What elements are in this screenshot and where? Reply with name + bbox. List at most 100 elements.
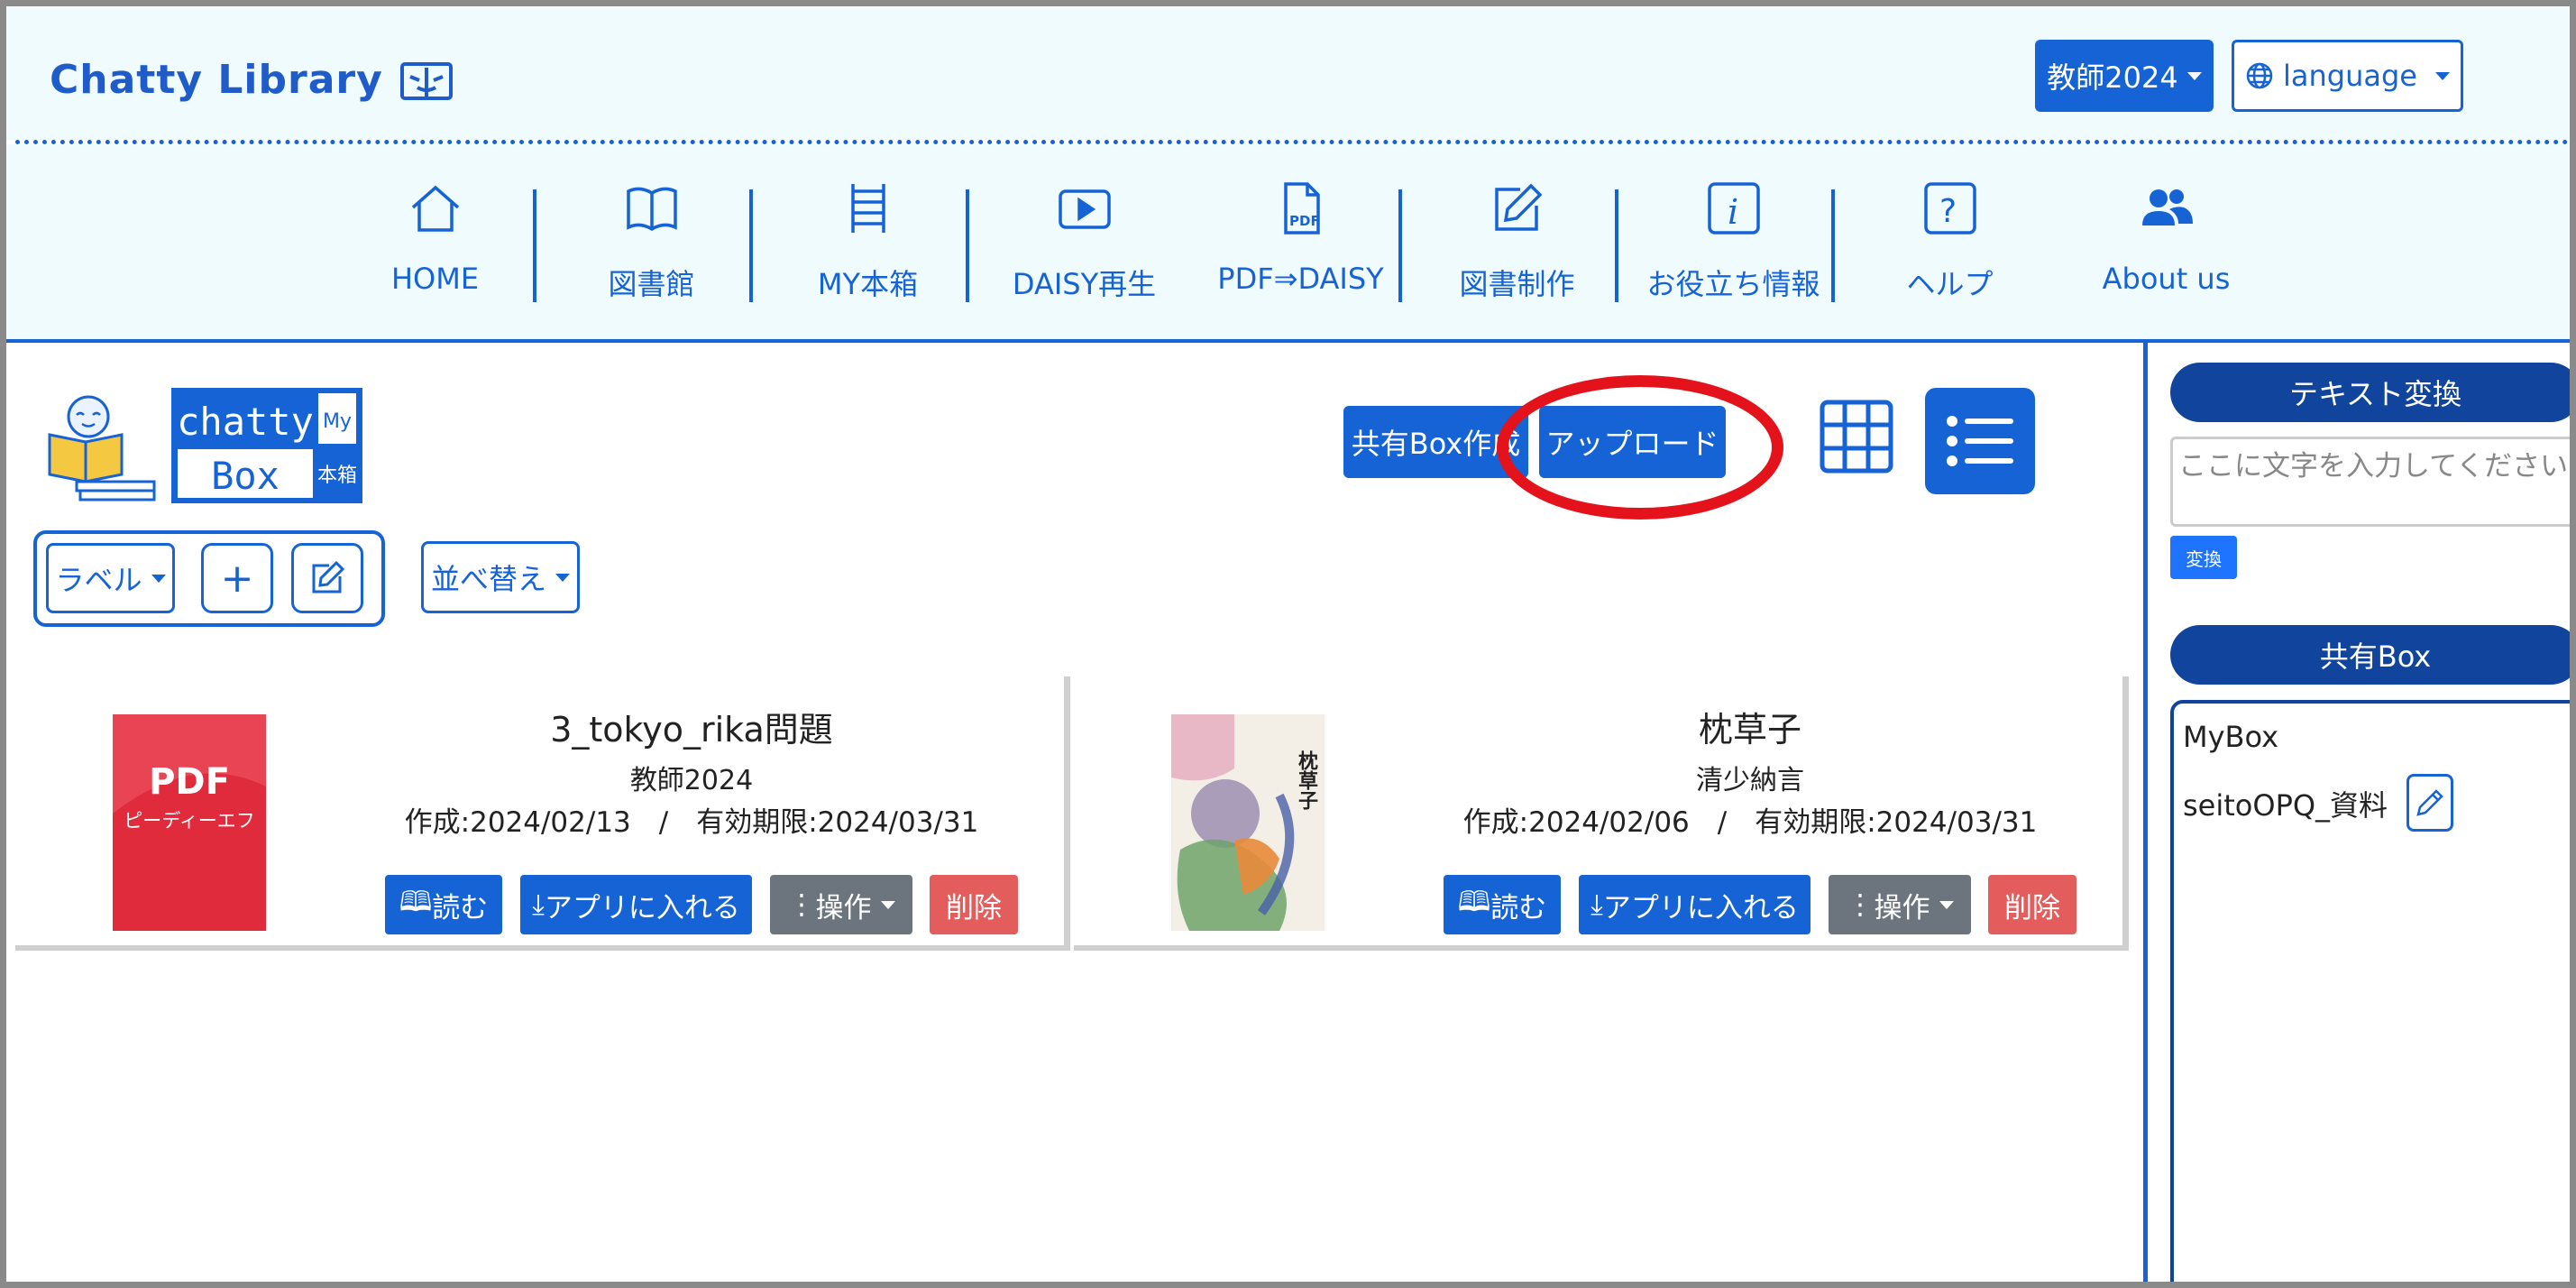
chevron-down-icon [2186,71,2202,80]
label-dropdown[interactable]: ラベル [46,543,175,613]
chevron-down-icon [2434,71,2450,80]
operations-label: 操作 [815,891,872,925]
nav-label: MY本箱 [817,267,919,301]
add-to-app-label: アプリに入れる [1602,891,1799,925]
read-button[interactable]: 🕮 読む [1444,875,1561,934]
book-author: 清少納言 [1696,765,1804,796]
logo-side-bottom: 本箱 [317,465,357,487]
sort-dropdown-text: 並べ替え [430,562,546,596]
highlight-circle [1497,375,1783,520]
nav-label: HOME [390,262,480,296]
nav-about-us[interactable]: About us [2058,180,2274,316]
download-icon: ⤓ [1591,888,1603,921]
book-dates: 作成:2024/02/06 / 有効期限:2024/03/31 [1462,806,2038,839]
nav-daisy-player[interactable]: DAISY再生 [976,180,1192,316]
book-cover-thumbnail[interactable]: 枕草子 [1171,714,1325,931]
svg-text:PDF: PDF [1289,213,1320,229]
thumbnail-sublabel: ピーディーエフ [124,810,255,832]
book-card: 枕草子 枕草子 清少納言 作成:2024/02/06 / 有効期限:2024/0… [1074,676,2129,951]
nav-divider [1615,189,1618,302]
nav-my-bookshelf[interactable]: MY本箱 [760,180,976,316]
add-to-app-button[interactable]: ⤓ アプリに入れる [520,875,752,934]
label-dropdown-text: ラベル [55,563,142,597]
main-content: chatty Box My 本箱 共有Box作成 アップロード ラベル + 並べ… [6,343,2143,1282]
shared-box-list: MyBox seitoOPQ_資料 [2170,700,2570,1282]
edit-icon [1494,183,1542,231]
text-convert-input[interactable]: ここに文字を入力してください [2170,437,2570,527]
people-icon [2141,189,2193,225]
logo-side-top: My [323,410,352,433]
book-author: 教師2024 [629,765,754,796]
language-label: language [2283,59,2417,93]
nav-label: PDF⇒DAISY [1217,262,1384,296]
bookshelf-icon [850,184,885,233]
brand-title: Chatty Library [50,57,383,103]
delete-button[interactable]: 削除 [930,875,1018,934]
book-icon: 🕮 [1457,885,1491,918]
nav-book-production[interactable]: 図書制作 [1409,180,1625,316]
nav-divider [533,189,536,302]
user-menu-label: 教師2024 [2047,60,2178,95]
nav-label: お役立ち情報 [1646,267,1820,301]
shared-box-item[interactable]: MyBox [2183,720,2278,754]
chevron-down-icon [151,574,166,583]
download-icon: ⤓ [532,888,545,921]
pdf-file-icon: PDF [1283,182,1320,235]
more-vertical-icon: ⋮ [1846,888,1875,921]
pencil-icon [2416,789,2443,816]
list-icon [1947,416,2013,466]
more-vertical-icon: ⋮ [787,888,816,921]
svg-text:i: i [1728,192,1738,232]
logo-text-top: chatty [177,400,314,444]
nav-label: ヘルプ [1906,267,1994,301]
shared-box-item[interactable]: seitoOPQ_資料 [2183,783,2388,824]
book-title[interactable]: 枕草子 [1416,702,2084,751]
grid-view-icon[interactable] [1819,399,1894,474]
book-title[interactable]: 3_tokyo_rika問題 [358,702,1025,751]
add-to-app-button[interactable]: ⤓ アプリに入れる [1579,875,1811,934]
language-button[interactable]: language [2232,40,2463,112]
pdf-thumbnail[interactable]: PDF ピーディーエフ [113,714,266,931]
nav-label: DAISY再生 [1012,267,1157,301]
logo-text-bottom: Box [211,454,280,498]
list-view-button[interactable] [1925,388,2035,494]
nav-library[interactable]: 図書館 [544,180,759,316]
user-menu-button[interactable]: 教師2024 [2035,40,2214,112]
svg-text:?: ? [1939,193,1957,230]
delete-button[interactable]: 削除 [1988,875,2076,934]
sidebar: テキスト変換 ここに文字を入力してください 変換 共有Box MyBox sei… [2148,343,2570,1282]
brand-logo[interactable]: Chatty Library [50,57,454,103]
read-button[interactable]: 🕮 読む [385,875,502,934]
help-icon: ? [1923,182,1976,235]
sort-dropdown[interactable]: 並べ替え [421,541,580,613]
nav-useful-info[interactable]: i お役立ち情報 [1626,180,1841,316]
my-box-logo: chatty Box My 本箱 [48,388,362,503]
nav-label: 図書館 [608,267,695,301]
convert-button[interactable]: 変換 [2170,536,2237,579]
operations-dropdown[interactable]: ⋮ 操作 [770,875,912,934]
nav-divider [966,189,969,302]
nav-divider [1831,189,1835,302]
edit-icon [312,560,345,593]
shared-box-header: 共有Box [2170,625,2570,685]
home-icon [411,185,459,232]
nav-label: 図書制作 [1459,267,1575,301]
nav-home[interactable]: HOME [327,180,543,316]
chevron-down-icon [555,573,570,582]
read-label: 読む [432,891,489,925]
book-icon: 🕮 [399,885,433,918]
top-bar: Chatty Library 教師2024 language [6,6,2570,140]
nav-pdf-to-daisy[interactable]: PDF PDF⇒DAISY [1193,180,1408,316]
chevron-down-icon [880,900,895,909]
edit-shared-box-button[interactable] [2406,774,2453,832]
text-convert-header: テキスト変換 [2170,363,2570,422]
add-label-button[interactable]: + [201,543,273,613]
label-controls: ラベル + [33,530,385,627]
edit-label-button[interactable] [291,543,363,613]
operations-dropdown[interactable]: ⋮ 操作 [1829,875,1971,934]
thumbnail-label: PDF [149,761,230,803]
info-icon: i [1707,182,1760,235]
nav-help[interactable]: ? ヘルプ [1842,180,2058,316]
nav-divider [1398,189,1402,302]
open-book-icon [399,61,453,100]
